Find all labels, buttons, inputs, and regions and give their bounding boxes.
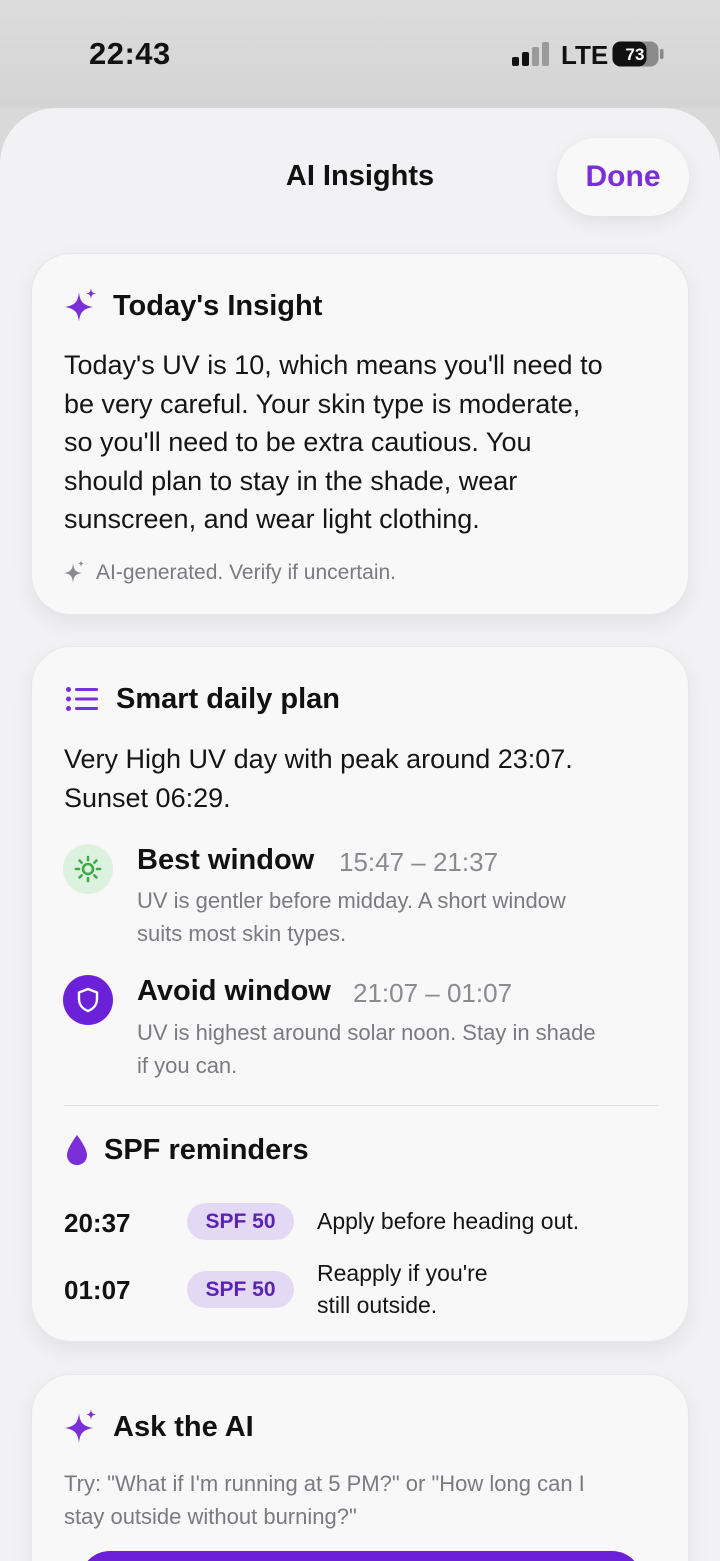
spf-reminder-time: 01:07 xyxy=(64,1275,131,1305)
avoid-window-time: 21:07 – 01:07 xyxy=(353,978,513,1008)
insight-body-line: should plan to stay in the shade, wear xyxy=(64,465,518,496)
smart-daily-plan-card: Smart daily plan Very High UV day with p… xyxy=(31,646,689,1342)
drop-icon xyxy=(67,1135,87,1165)
status-time: 22:43 xyxy=(89,36,171,71)
spf-reminder-time: 20:37 xyxy=(64,1208,131,1238)
status-bar: 22:43 LTE 73 xyxy=(0,0,720,108)
insight-title: Today's Insight xyxy=(113,290,323,322)
plan-title: Smart daily plan xyxy=(116,683,341,715)
shield-icon xyxy=(77,987,99,1013)
sparkles-icon xyxy=(65,288,96,322)
ask-ai-button[interactable] xyxy=(80,1551,642,1561)
spf-title: SPF reminders xyxy=(104,1134,309,1166)
best-window-title: Best window xyxy=(137,844,315,876)
insight-body-line: so you'll need to be extra cautious. You xyxy=(64,427,532,457)
spf-reminder-text: still outside. xyxy=(317,1292,438,1318)
insight-body-line: be very careful. Your skin type is moder… xyxy=(64,388,581,419)
spf-reminder-text: Reapply if you're xyxy=(317,1260,488,1286)
insight-body-line: sunscreen, and wear light clothing. xyxy=(64,504,480,534)
sun-icon xyxy=(74,855,102,883)
best-window-desc: UV is gentler before midday. A short win… xyxy=(137,888,566,913)
insights-sheet: AI Insights Done Today's Insight Today's… xyxy=(0,108,720,1561)
insight-body-line: Today's UV is 10, which means you'll nee… xyxy=(64,350,603,380)
ask-ai-title: Ask the AI xyxy=(113,1411,254,1443)
avoid-window-desc: UV is highest around solar noon. Stay in… xyxy=(137,1020,596,1045)
network-type: LTE xyxy=(561,40,609,70)
best-window-desc: suits most skin types. xyxy=(137,921,347,946)
plan-divider xyxy=(64,1105,658,1106)
ask-ai-hint: stay outside without burning?" xyxy=(64,1504,357,1529)
ai-sparkle-icon xyxy=(64,560,84,583)
todays-insight-card: Today's Insight Today's UV is 10, which … xyxy=(31,253,689,615)
ask-ai-card: Ask the AI Try: "What if I'm running at … xyxy=(31,1374,689,1561)
avoid-window-icon-bg xyxy=(63,975,113,1025)
ai-disclaimer: AI-generated. Verify if uncertain. xyxy=(96,561,396,584)
avoid-window-desc: if you can. xyxy=(137,1053,238,1078)
battery-icon: 73 xyxy=(612,41,664,67)
best-window-icon-bg xyxy=(63,844,113,894)
spf-badge: SPF 50 xyxy=(187,1203,294,1240)
plan-summary-line: Sunset 06:29. xyxy=(64,782,231,813)
plan-summary-line: Very High UV day with peak around 23:07. xyxy=(64,744,573,774)
spf-reminder-text: Apply before heading out. xyxy=(317,1208,580,1234)
list-icon xyxy=(66,687,98,711)
best-window-time: 15:47 – 21:37 xyxy=(339,847,499,877)
done-button[interactable]: Done xyxy=(557,138,689,216)
sparkles-icon xyxy=(65,1409,96,1443)
spf-badge: SPF 50 xyxy=(187,1271,294,1308)
battery-level: 73 xyxy=(626,45,645,64)
avoid-window-title: Avoid window xyxy=(137,975,331,1007)
ask-ai-hint: Try: "What if I'm running at 5 PM?" or "… xyxy=(64,1471,585,1496)
signal-icon xyxy=(512,42,549,66)
